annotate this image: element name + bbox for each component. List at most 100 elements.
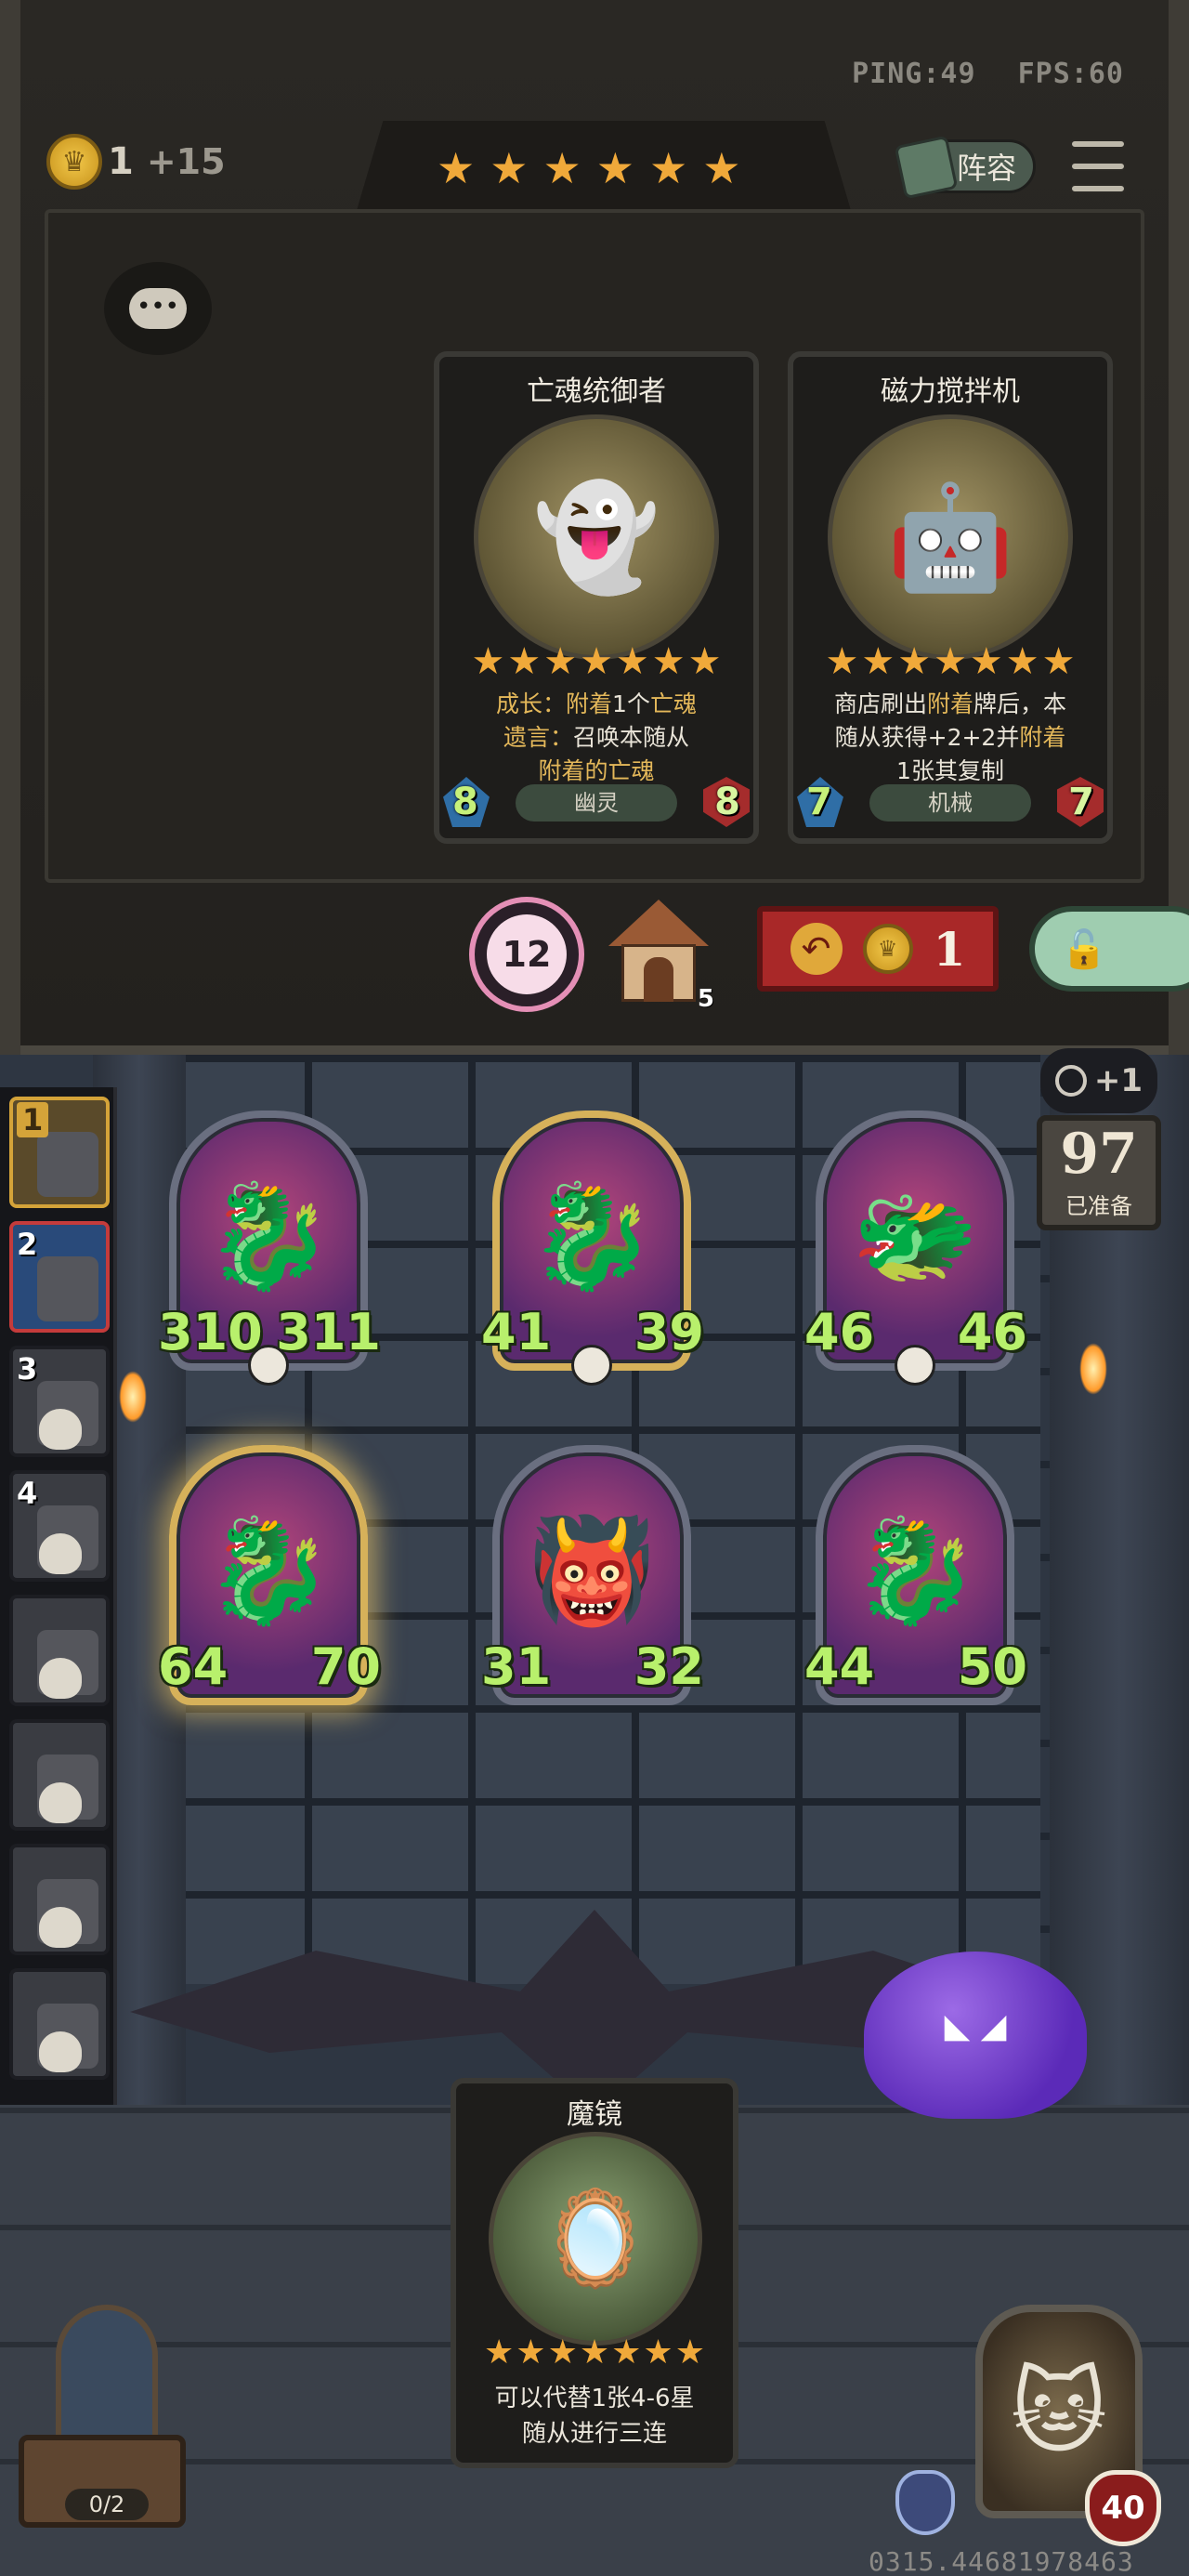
network-status: PING:49 FPS:60 — [828, 58, 1124, 90]
tavern-house-button[interactable]: 5 — [608, 900, 714, 1013]
house-icon — [608, 900, 709, 946]
gold-count: 1 — [108, 140, 134, 183]
players-sidebar: 1 2 3 4 — [0, 1087, 117, 2105]
star-icon: ★ — [897, 640, 932, 683]
card-name: 魔镜 — [567, 2098, 622, 2131]
treasure-chest[interactable]: 0/2 — [9, 2305, 195, 2537]
card-effect-line: 成长：附着1个亡魂 — [452, 688, 740, 721]
menu-icon-bar — [1070, 139, 1126, 149]
player-slot[interactable] — [9, 1719, 110, 1831]
card-effect-line: 随从进行三连 — [521, 2420, 667, 2448]
star-icon: ★ — [611, 2333, 642, 2372]
minion-portrait: 🐉 — [851, 1510, 979, 1630]
minion-attack: 41 — [481, 1303, 552, 1361]
player-rank: 1 — [17, 1102, 49, 1137]
board-minion[interactable]: 🐉 44 50 — [804, 1445, 1027, 1711]
player-rank: 4 — [17, 1476, 38, 1511]
keyword-highlight: 附着 — [926, 690, 973, 717]
player-slot[interactable]: 4 — [9, 1470, 110, 1582]
player-avatar — [37, 1132, 98, 1197]
star-icon: ★ — [547, 2333, 578, 2372]
player-slot[interactable]: 3 — [9, 1346, 110, 1457]
shop-card[interactable]: 磁力搅拌机 🤖 ★ ★ ★ ★ ★ ★ ★ 商店刷出附着牌后，本 随从获得+2+2并附着 1张其… — [788, 351, 1113, 844]
star-icon: ★ — [437, 143, 476, 193]
player-rank: 3 — [17, 1351, 38, 1387]
refresh-counter[interactable]: 12 — [469, 897, 584, 1012]
skull-icon — [39, 1533, 82, 1574]
torch-icon — [1079, 1343, 1107, 1395]
robot-mixer-portrait: 🤖 — [828, 414, 1073, 660]
minion-attack: 64 — [158, 1637, 229, 1696]
player-slot[interactable] — [9, 1844, 110, 1955]
effect-text: 牌后，本 — [973, 690, 1067, 717]
board-minion[interactable]: 🐉 310 311 — [158, 1111, 381, 1386]
player-slot[interactable]: 1 — [9, 1097, 110, 1208]
minion-portrait: 🐉 — [528, 1176, 656, 1295]
spectate-bonus[interactable]: +1 — [1040, 1048, 1157, 1113]
player-slot[interactable] — [9, 1595, 110, 1706]
minion-attack: 46 — [804, 1303, 875, 1361]
minion-attack: 44 — [804, 1637, 875, 1696]
card-footer: 8 幽灵 8 — [439, 777, 753, 829]
star-icon: ★ — [543, 640, 578, 683]
card-effect: 可以代替1张4-6星 随从进行三连 — [465, 2381, 724, 2451]
shop-card[interactable]: 亡魂统御者 👻 ★ ★ ★ ★ ★ ★ ★ 成长：附着1个亡魂 遗言：召唤本随从 附着的亡魂 8… — [434, 351, 759, 844]
star-icon: ★ — [861, 640, 895, 683]
minion-portrait: 🐲 — [851, 1176, 979, 1295]
card-effect: 成长：附着1个亡魂 遗言：召唤本随从 附着的亡魂 — [452, 688, 740, 788]
star-icon: ★ — [595, 143, 634, 193]
menu-icon-bar — [1070, 184, 1126, 193]
minion-portrait: 👹 — [528, 1510, 656, 1630]
house-icon-door — [644, 957, 673, 1002]
skull-icon — [39, 2031, 82, 2072]
fps-text: FPS:60 — [1017, 58, 1124, 90]
star-icon: ★ — [934, 640, 967, 683]
round-status: +1 97 已准备 — [1037, 1048, 1161, 1230]
gold-display: ♛ 1 +15 — [46, 134, 226, 190]
effect-text: +2+2 — [927, 724, 997, 751]
card-stars: ★ ★ ★ ★ ★ ★ ★ — [793, 643, 1107, 680]
board-minion[interactable]: 🐉 41 39 — [481, 1111, 704, 1386]
menu-button[interactable] — [1070, 139, 1126, 193]
slime-pet[interactable]: ◣ ◢ — [864, 1952, 1087, 2119]
minion-health: 32 — [634, 1637, 704, 1696]
tavern-tier-stars: ★ ★ ★ ★ ★ ★ — [437, 147, 741, 190]
chat-bubble-icon: ••• — [129, 288, 187, 329]
player-avatar — [37, 1256, 98, 1321]
reroll-button[interactable]: ↶ ♛ 1 — [757, 906, 999, 992]
skull-icon — [39, 1658, 82, 1699]
star-icon: ★ — [580, 640, 613, 683]
star-icon: ★ — [507, 640, 542, 683]
shop-frame-left — [0, 0, 20, 1055]
effect-text: 并 — [996, 724, 1020, 751]
minion-health: 70 — [310, 1637, 381, 1696]
board-minion[interactable]: 🐉 64 70 — [158, 1445, 381, 1711]
hero-health: 40 — [1085, 2470, 1161, 2546]
hero-portrait[interactable]: 🐱 40 — [966, 2305, 1161, 2546]
board-minion[interactable]: 👹 31 32 — [481, 1445, 704, 1711]
freeze-shop-button[interactable]: 🔓 — [1029, 906, 1189, 992]
keyword-highlight: 成长： — [496, 690, 567, 717]
chat-button[interactable]: ••• — [104, 262, 212, 355]
lineup-button[interactable]: 阵容 — [894, 135, 1036, 200]
card-effect: 商店刷出附着牌后，本 随从获得+2+2并附着 1张其复制 — [806, 688, 1094, 788]
keyword-highlight: 遗言： — [503, 724, 573, 751]
player-slot[interactable]: 2 — [9, 1221, 110, 1333]
player-slot[interactable] — [9, 1968, 110, 2080]
star-icon: ★ — [674, 2333, 705, 2372]
spectate-bonus-value: +1 — [1093, 1062, 1143, 1099]
ready-counter: 97 已准备 — [1037, 1115, 1161, 1230]
gold-income: +15 — [146, 141, 226, 182]
card-stars: ★ ★ ★ ★ ★ ★ ★ — [456, 2336, 733, 2370]
minion-portrait: 🐉 — [204, 1510, 333, 1630]
card-effect-line: 随从获得+2+2并附着 — [806, 721, 1094, 755]
card-effect-line: 可以代替1张4-6星 — [494, 2385, 695, 2412]
hand-card[interactable]: 魔镜 🪞 ★ ★ ★ ★ ★ ★ ★ 可以代替1张4-6星 随从进行三连 — [451, 2078, 738, 2468]
skull-icon — [39, 1907, 82, 1948]
board-minion[interactable]: 🐲 46 46 — [804, 1111, 1027, 1386]
effect-text: 随从获得 — [834, 724, 928, 751]
keyword-highlight: 亡魂 — [649, 690, 697, 717]
ghost-knight-portrait: 👻 — [474, 414, 719, 660]
chest-count: 0/2 — [65, 2489, 149, 2520]
magic-mirror-portrait: 🪞 — [489, 2132, 702, 2346]
